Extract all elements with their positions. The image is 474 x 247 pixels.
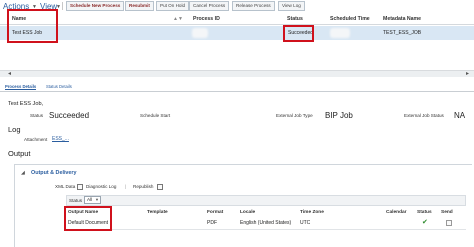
row-metadata-name: TEST_ESS_JOB (383, 30, 422, 36)
output-header-send[interactable]: Send (441, 210, 453, 215)
republish-icon[interactable]: | (125, 184, 126, 189)
status-label: Status (30, 113, 44, 118)
scroll-right-icon[interactable]: ▸ (466, 70, 469, 77)
republish-button[interactable]: Republish (133, 184, 153, 189)
diagnostic-log-link[interactable]: Diagnostic Log (86, 184, 116, 189)
output-heading: Output (8, 149, 31, 158)
xml-data-link[interactable]: XML Data (55, 184, 75, 189)
output-row-time-zone: UTC (300, 220, 311, 226)
job-name: Test ESS Job, (8, 101, 44, 107)
collapse-icon[interactable]: ◢ (21, 170, 25, 176)
external-job-type-label: External Job Type (276, 113, 313, 118)
column-header-metadata-name[interactable]: Metadata Name (383, 16, 421, 22)
output-header-format[interactable]: Format (207, 210, 223, 215)
attachment-link[interactable]: ESS_... (52, 136, 69, 142)
detail-tabs: Process Details Status Details (0, 82, 474, 92)
tab-status-details[interactable]: Status Details (46, 84, 72, 89)
republish-document-icon[interactable] (157, 184, 163, 190)
output-header-status[interactable]: Status (417, 210, 432, 215)
column-header-process-id[interactable]: Process ID (193, 16, 220, 22)
external-job-status-label: External Job Status (404, 113, 444, 118)
column-header-status[interactable]: Status (287, 16, 303, 22)
highlight-box-status (283, 25, 314, 42)
resubmit-button[interactable]: Resubmit (125, 1, 154, 11)
send-checkbox[interactable] (446, 220, 452, 226)
redacted-process-id (192, 28, 208, 38)
output-header-calendar[interactable]: Calendar (386, 210, 407, 215)
sort-icon[interactable]: ▲▼ (173, 16, 183, 22)
output-row-format: PDF (207, 220, 217, 226)
output-delivery-section-label[interactable]: Output & Delivery (31, 170, 77, 176)
redacted-scheduled-time (330, 28, 350, 38)
table-row[interactable]: Test ESS Job Succeeded TEST_ESS_JOB (0, 26, 474, 40)
scroll-left-icon[interactable]: ◂ (8, 70, 11, 77)
status-filter-select[interactable]: All ▼ (84, 196, 101, 204)
output-row-locale: English (United States) (240, 220, 292, 226)
column-header-scheduled-time[interactable]: Scheduled Time (330, 16, 370, 22)
output-header-time-zone[interactable]: Time Zone (300, 210, 324, 215)
release-process-button[interactable]: Release Process (232, 1, 275, 11)
output-header-locale[interactable]: Locale (240, 210, 255, 215)
horizontal-scrollbar[interactable]: ◂ ▸ (0, 70, 474, 77)
success-check-icon: ✔ (422, 219, 428, 226)
table-header: Name ▲▼ Process ID Status Scheduled Time… (0, 13, 474, 25)
chevron-down-icon: ▼ (95, 197, 99, 202)
external-job-status-value: NA (454, 111, 466, 120)
output-header-template[interactable]: Template (147, 210, 168, 215)
status-value: Succeeded (49, 111, 90, 120)
highlight-box-output-name (64, 206, 112, 231)
cancel-process-button[interactable]: Cancel Process (189, 1, 230, 11)
status-filter-value: All (87, 197, 93, 202)
toolbar-separator (62, 2, 63, 10)
external-job-type-value: BIP Job (325, 111, 353, 120)
schedule-new-process-button[interactable]: Schedule New Process (66, 1, 125, 11)
toolbar: Actions ▼ View ▼ Schedule New Process Re… (0, 0, 474, 12)
highlight-box-name (7, 9, 58, 43)
attachment-label: Attachment (24, 137, 48, 142)
status-filter-label: Status (69, 198, 83, 203)
output-filter-bar: Status (66, 195, 466, 206)
tab-process-details[interactable]: Process Details (5, 84, 37, 90)
put-on-hold-button[interactable]: Put On Hold (156, 1, 190, 11)
log-heading: Log (8, 125, 21, 134)
document-icon[interactable] (77, 184, 83, 190)
view-log-button[interactable]: View Log (278, 1, 305, 11)
schedule-start-label: Schedule Start (140, 113, 171, 118)
